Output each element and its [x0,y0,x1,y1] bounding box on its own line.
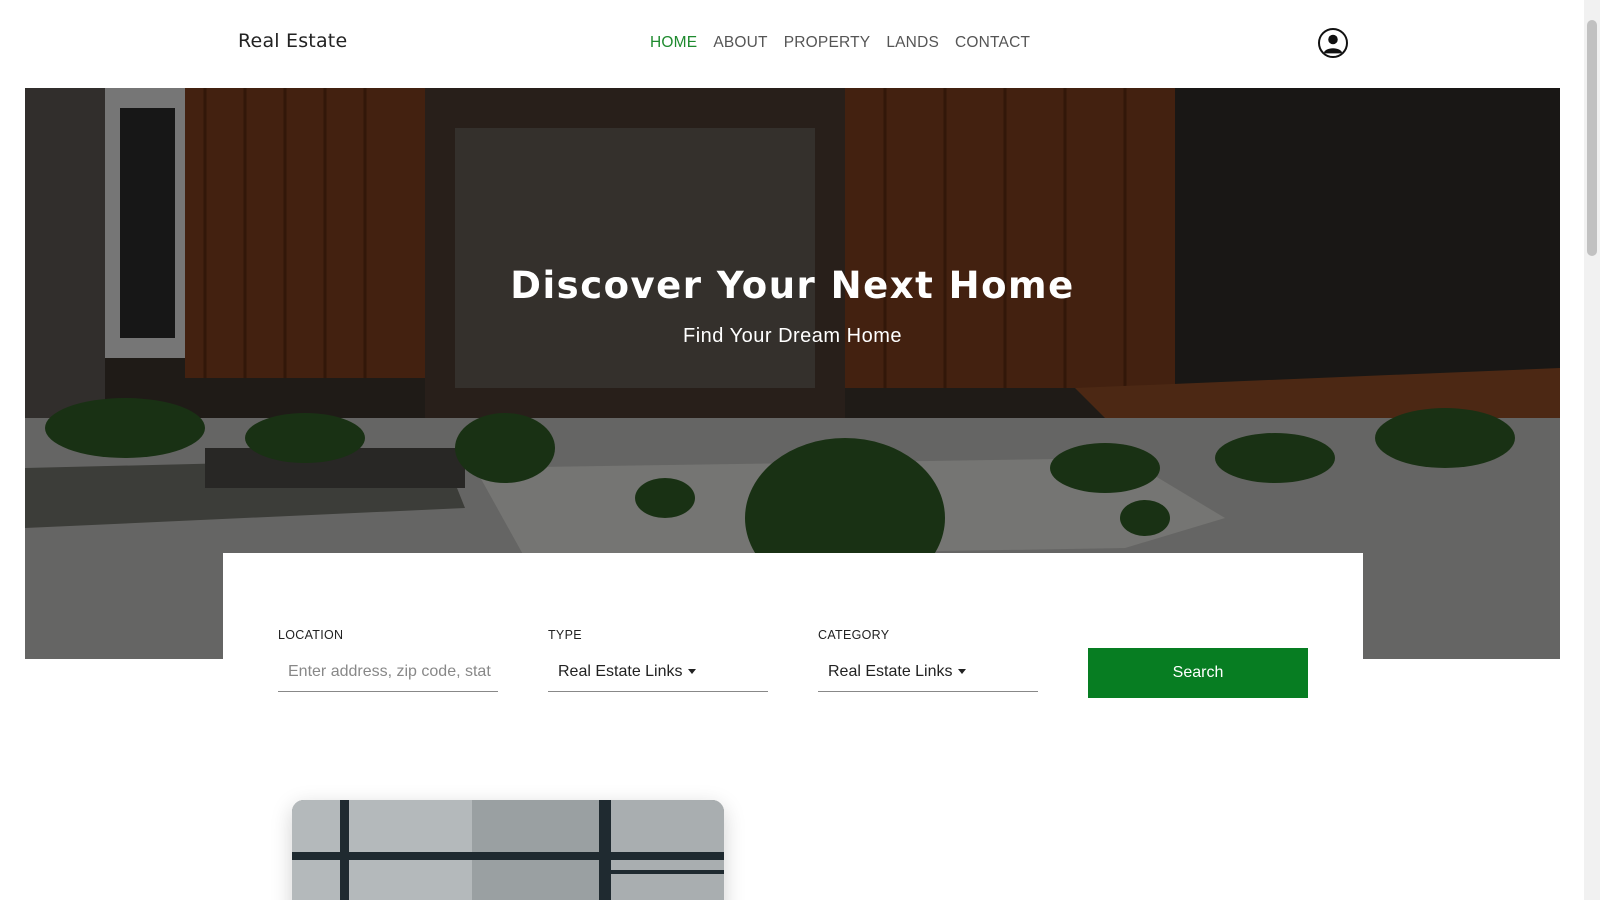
navbar: Real Estate HOME ABOUT PROPERTY LANDS CO… [0,0,1568,88]
scrollbar-thumb[interactable] [1587,20,1597,256]
category-selected-value: Real Estate Links [828,662,953,680]
location-input[interactable] [288,662,498,681]
property-card-image [292,800,724,900]
page-scrollbar[interactable] [1584,0,1600,900]
nav-property[interactable]: PROPERTY [784,34,871,52]
search-button[interactable]: Search [1088,648,1308,698]
hero-subtitle: Find Your Dream Home [683,325,902,347]
nav-about[interactable]: ABOUT [713,34,767,52]
category-dropdown[interactable]: Real Estate Links [818,652,1038,692]
nav-home[interactable]: HOME [650,34,697,52]
category-label: CATEGORY [818,628,890,642]
brand-logo-text[interactable]: Real Estate [238,30,347,52]
property-search-panel: LOCATION TYPE Real Estate Links CATEGORY… [223,553,1363,713]
main-nav: HOME ABOUT PROPERTY LANDS CONTACT [650,34,1046,52]
caret-down-icon [687,669,696,674]
type-field: TYPE Real Estate Links [548,628,768,692]
hero-title: Discover Your Next Home [510,264,1075,307]
location-label: LOCATION [278,628,344,642]
type-dropdown[interactable]: Real Estate Links [548,652,768,692]
caret-down-icon [957,669,966,674]
location-field: LOCATION [278,628,498,692]
type-selected-value: Real Estate Links [558,662,683,680]
category-field: CATEGORY Real Estate Links [818,628,1038,692]
property-card[interactable] [292,800,724,900]
user-account-icon[interactable] [1318,28,1348,58]
type-label: TYPE [548,628,582,642]
nav-lands[interactable]: LANDS [886,34,939,52]
nav-contact[interactable]: CONTACT [955,34,1030,52]
